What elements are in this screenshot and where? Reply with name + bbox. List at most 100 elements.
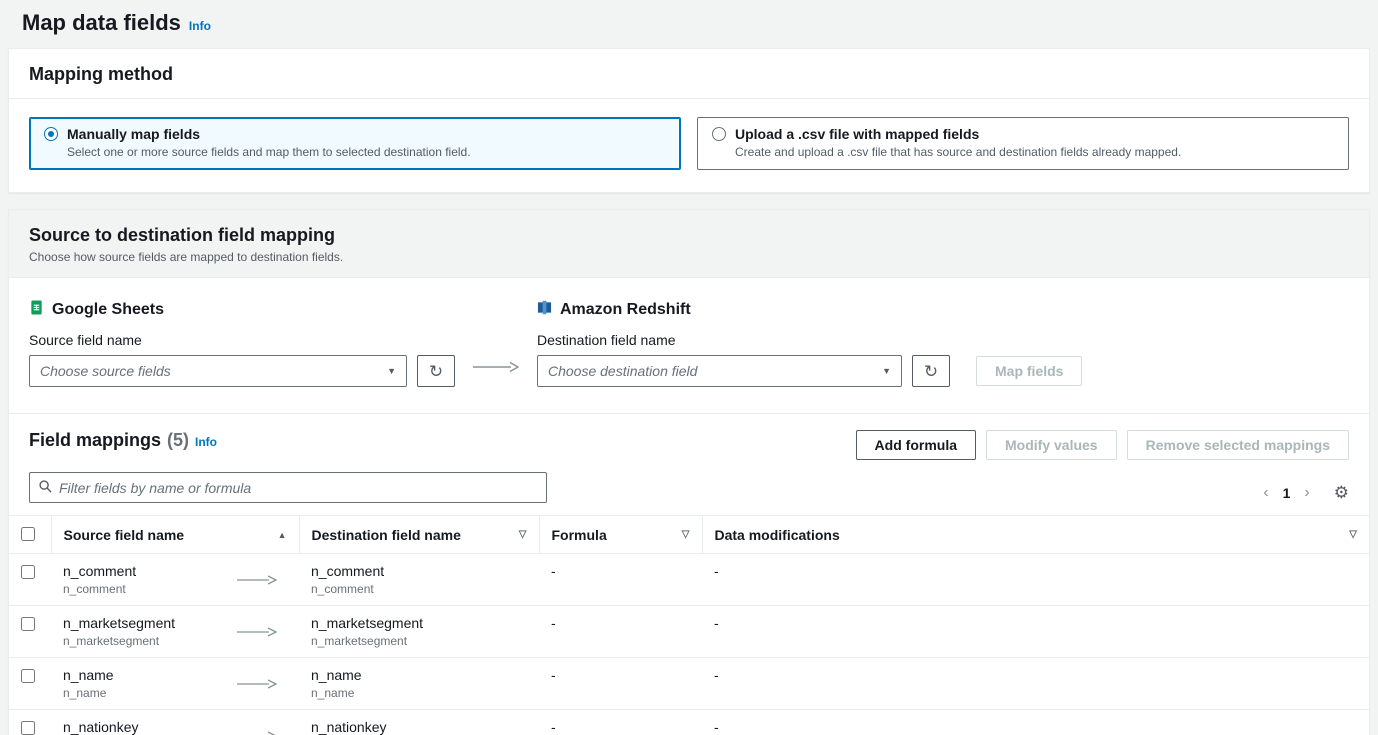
- header-formula[interactable]: Formula ▽: [538, 515, 702, 554]
- filter-fields-input[interactable]: [59, 479, 537, 496]
- radio-unselected-icon[interactable]: [712, 127, 726, 141]
- header-data-modifications[interactable]: Data modifications ▽: [701, 515, 1369, 554]
- option-manual-description: Select one or more source fields and map…: [67, 145, 471, 159]
- map-fields-button[interactable]: Map fields: [976, 356, 1083, 386]
- gear-icon: ⚙: [1333, 483, 1349, 502]
- mapping-controls: Google Sheets Source field name Choose s…: [9, 278, 1369, 413]
- mapping-arrow-icon: [237, 678, 277, 689]
- mapping-arrow-icon: [237, 574, 277, 585]
- source-select-placeholder: Choose source fields: [40, 363, 171, 379]
- current-page[interactable]: 1: [1283, 485, 1291, 501]
- modify-values-button[interactable]: Modify values: [986, 430, 1117, 460]
- option-manual-label-row: Manually map fields: [44, 126, 666, 142]
- destination-field: n_nationkey: [311, 719, 387, 735]
- table-settings-button[interactable]: ⚙: [1334, 483, 1349, 503]
- field-mappings-info-link[interactable]: Info: [195, 435, 217, 449]
- source-field: n_name: [63, 667, 114, 683]
- source-destination-title: Source to destination field mapping: [29, 225, 336, 245]
- table-row: n_comment n_comment n_comment n_comment - …: [9, 553, 1369, 606]
- destination-select-placeholder: Choose destination field: [548, 363, 698, 379]
- field-mappings-count: (5): [167, 430, 190, 450]
- page-title: Map data fields: [22, 10, 181, 35]
- add-formula-button[interactable]: Add formula: [855, 430, 976, 460]
- mapping-method-header: Mapping method: [9, 49, 1369, 99]
- filter-column-icon[interactable]: ▽: [519, 529, 527, 540]
- destination-field: n_name: [311, 667, 362, 683]
- sort-ascending-icon[interactable]: ▲: [278, 530, 287, 540]
- formula-value: -: [551, 615, 556, 631]
- header-destination-label: Destination field name: [311, 526, 461, 543]
- destination-field-select[interactable]: Choose destination field ▼: [537, 355, 902, 387]
- source-field-sub: n_marketsegment: [63, 634, 160, 648]
- field-mappings-section: Field mappings (5) Info Add formula Modi…: [9, 413, 1369, 735]
- option-csv-description: Create and upload a .csv file that has s…: [735, 145, 1182, 159]
- destination-refresh-button[interactable]: ↻: [912, 355, 950, 387]
- row-checkbox[interactable]: [21, 617, 35, 631]
- field-mappings-title: Field mappings: [29, 430, 162, 450]
- source-field-sub: n_comment: [63, 582, 126, 596]
- formula-value: -: [551, 719, 556, 735]
- chevron-down-icon: ▼: [387, 366, 396, 376]
- destination-field-label: Destination field name: [537, 332, 676, 348]
- option-csv-label-row: Upload a .csv file with mapped fields: [712, 126, 1334, 142]
- formula-value: -: [551, 667, 556, 683]
- next-page-button[interactable]: ›: [1302, 484, 1311, 502]
- header-destination-field-name[interactable]: Destination field name ▽: [298, 515, 539, 554]
- flow-arrow-icon: [473, 361, 520, 373]
- source-field-label: Source field name: [29, 332, 142, 348]
- field-mappings-header: Field mappings (5) Info Add formula Modi…: [9, 414, 1369, 470]
- page-info-link[interactable]: Info: [189, 19, 211, 33]
- mapping-method-title: Mapping method: [29, 64, 173, 84]
- table-row: n_marketsegment n_marketsegment n_markets…: [9, 605, 1369, 658]
- source-column: Google Sheets Source field name Choose s…: [29, 300, 455, 387]
- header-formula-label: Formula: [551, 526, 607, 543]
- source-fields-select[interactable]: Choose source fields ▼: [29, 355, 407, 387]
- source-field: n_comment: [63, 563, 137, 579]
- modifications-value: -: [714, 615, 719, 631]
- source-field: n_marketsegment: [63, 615, 176, 631]
- destination-connector-heading: Amazon Redshift: [537, 300, 1082, 320]
- mapping-arrow-icon: [237, 626, 277, 637]
- source-connector-heading: Google Sheets: [29, 300, 455, 320]
- google-sheets-icon: [29, 300, 44, 320]
- filter-column-icon[interactable]: ▽: [1349, 529, 1357, 540]
- source-field-sub: n_name: [63, 686, 107, 700]
- select-all-checkbox[interactable]: [21, 527, 35, 541]
- destination-field: n_marketsegment: [311, 615, 424, 631]
- row-checkbox[interactable]: [21, 669, 35, 683]
- source-controls-row: Choose source fields ▼ ↻: [29, 355, 455, 387]
- source-destination-description: Choose how source fields are mapped to d…: [29, 250, 344, 264]
- mapping-method-card: Mapping method Manually map fields Selec…: [8, 48, 1370, 193]
- remove-selected-mappings-button[interactable]: Remove selected mappings: [1126, 430, 1349, 460]
- destination-field-sub: n_comment: [311, 582, 374, 596]
- table-header-row: Source field name ▲ Destination field nam…: [9, 515, 1369, 554]
- header-modifications-label: Data modifications: [714, 526, 840, 543]
- destination-connector-name: Amazon Redshift: [560, 301, 691, 318]
- table-toolbar: ‹ 1 › ⚙: [9, 470, 1369, 515]
- field-mappings-table: Source field name ▲ Destination field nam…: [9, 515, 1369, 735]
- row-checkbox[interactable]: [21, 721, 35, 735]
- modifications-value: -: [714, 719, 719, 735]
- table-row: n_nationkeyn_nationkey n_nationkeyn_nati…: [9, 709, 1369, 735]
- chevron-down-icon: ▼: [882, 366, 891, 376]
- filter-column-icon[interactable]: ▽: [682, 529, 690, 540]
- source-connector-name: Google Sheets: [52, 301, 165, 318]
- option-upload-csv[interactable]: Upload a .csv file with mapped fields Cr…: [697, 117, 1349, 170]
- radio-selected-icon[interactable]: [44, 127, 58, 141]
- destination-field: n_comment: [311, 563, 385, 579]
- formula-value: -: [551, 563, 556, 579]
- field-mappings-title-row: Field mappings (5) Info: [29, 430, 217, 451]
- flow-arrow-wrap: [455, 300, 537, 376]
- filter-box: [29, 472, 547, 503]
- source-refresh-button[interactable]: ↻: [417, 355, 455, 387]
- mapping-arrow-icon: [237, 730, 277, 735]
- source-destination-header: Source to destination field mapping Choo…: [9, 210, 1369, 278]
- previous-page-button[interactable]: ‹: [1261, 484, 1270, 502]
- option-csv-label: Upload a .csv file with mapped fields: [735, 126, 980, 142]
- option-manually-map-fields[interactable]: Manually map fields Select one or more s…: [29, 117, 681, 170]
- row-checkbox[interactable]: [21, 565, 35, 579]
- refresh-icon: ↻: [923, 361, 939, 381]
- modifications-value: -: [714, 563, 719, 579]
- header-source-field-name[interactable]: Source field name ▲: [50, 515, 299, 554]
- destination-column: Amazon Redshift Destination field name C…: [537, 300, 1083, 387]
